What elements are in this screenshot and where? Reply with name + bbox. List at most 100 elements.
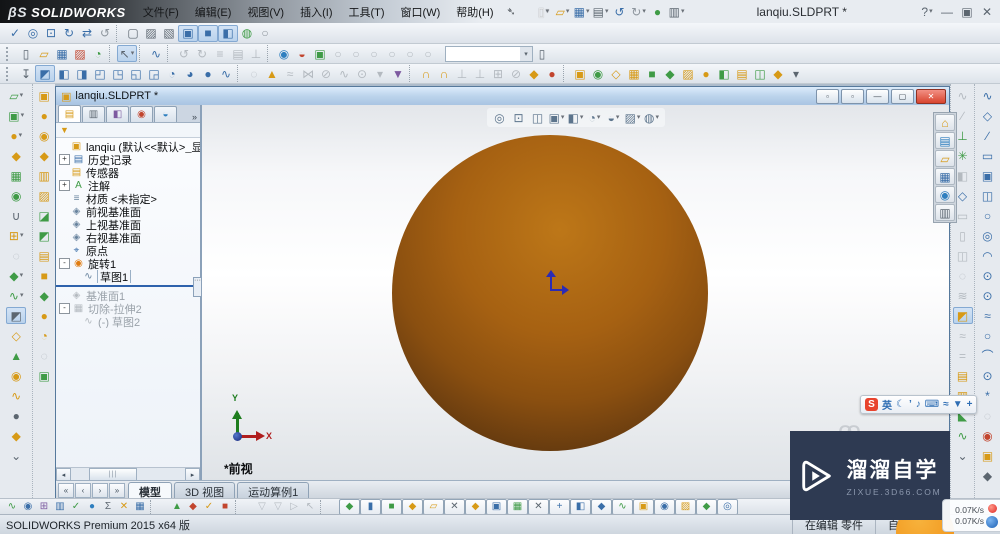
sketch-tool-disabled-icon[interactable]: ≋ xyxy=(954,287,972,304)
circle-entity-icon[interactable]: ◎ xyxy=(979,227,997,244)
sogou-logo-icon[interactable]: S xyxy=(865,398,878,411)
check-tool-icon[interactable]: ✓ xyxy=(68,500,84,514)
zoom-to-fit-icon[interactable]: ◎ xyxy=(24,25,42,42)
feature-tool-icon[interactable]: ● xyxy=(697,65,715,82)
doc-restore-button[interactable]: ▢ xyxy=(891,88,914,104)
ime-keyboard-icon[interactable]: ⌨ xyxy=(925,399,939,410)
select-tool-icon[interactable]: ↖ ▾ xyxy=(117,45,137,62)
ellipse-entity-icon[interactable]: ○ xyxy=(979,327,997,344)
separator[interactable] xyxy=(235,500,252,514)
tab-3d-views[interactable]: 3D 视图 xyxy=(174,482,236,499)
separator[interactable] xyxy=(109,45,115,62)
toolbar-grip[interactable] xyxy=(6,66,12,81)
boundary-icon[interactable]: ▣ xyxy=(35,367,53,384)
selection-filter-icon[interactable]: ✕ xyxy=(528,499,549,515)
wireframe-icon[interactable]: ▢ xyxy=(124,25,142,42)
feature-tool-icon[interactable]: ◫ xyxy=(751,65,769,82)
feature-tool-icon[interactable]: ▣ xyxy=(571,65,589,82)
ime-microphone-icon[interactable]: ♪ xyxy=(916,399,921,410)
check-tool-icon[interactable]: ✓ xyxy=(201,500,217,514)
sketch-tool-disabled-icon[interactable]: ≈ xyxy=(954,327,972,344)
selection-filter-icon[interactable]: ▱ xyxy=(423,499,444,515)
hidden-lines-visible-icon[interactable]: ▨ xyxy=(142,25,160,42)
alert-bell-icon[interactable]: ▲ xyxy=(263,65,281,82)
constraint-disabled-icon[interactable]: ⊥ xyxy=(453,65,471,82)
constraint-disabled-icon[interactable]: ⊥ xyxy=(471,65,489,82)
feature-disabled-icon[interactable]: ≈ xyxy=(281,65,299,82)
tree-item-part[interactable]: ▣ lanqiu (默认<<默认>_显示状 xyxy=(56,140,200,153)
feature-tool-icon[interactable]: ◉ xyxy=(589,65,607,82)
graphics-viewport[interactable]: oo ◎ ⊡ ◫ ▣ ▾ ◧ ▾ ◔ ▾ ◒ ▾ ▨ ▾ ◍ ▾ Y X *前视 xyxy=(202,105,949,481)
tabs-overflow-button[interactable]: » xyxy=(192,112,197,122)
perspective-icon[interactable]: ◧ xyxy=(218,24,238,42)
render-option-icon[interactable]: ○ xyxy=(329,45,347,62)
open-document-icon[interactable]: ▱ ▾ xyxy=(554,3,572,20)
cut-tool-icon[interactable]: ✕ xyxy=(116,500,132,514)
propertymanager-tab[interactable]: ▥ xyxy=(82,106,105,122)
feature-disabled-icon[interactable]: ⊙ xyxy=(353,65,371,82)
sigma-tool-icon[interactable]: Σ xyxy=(100,500,116,514)
tree-item-right-plane[interactable]: ◈ 右视基准面 xyxy=(56,231,200,244)
line-entity-icon[interactable]: ∕ xyxy=(979,127,997,144)
tree-item-history[interactable]: + ▤ 历史记录 xyxy=(56,153,200,166)
slot-entity-icon[interactable]: ▣ xyxy=(979,167,997,184)
filter-disabled-icon[interactable]: ↖ xyxy=(302,500,318,514)
print-icon[interactable]: ▤ ▾ xyxy=(592,3,610,20)
menu-help[interactable]: 帮助(H) xyxy=(449,1,500,23)
new-document-icon[interactable]: ▯ ▾ xyxy=(535,3,553,20)
lock-icon[interactable]: ∩ xyxy=(435,65,453,82)
selection-filter-icon[interactable]: ✕ xyxy=(444,499,465,515)
save-icon[interactable]: ▦ ▾ xyxy=(573,3,591,20)
tree-item-sensors[interactable]: ▤ 传感器 xyxy=(56,166,200,179)
edit-appearance-icon[interactable]: ◒ xyxy=(293,45,311,62)
pattern-tool-icon[interactable]: ⊞ ▾ xyxy=(7,227,25,244)
disabled-tool-icon[interactable]: ◌ xyxy=(35,347,53,364)
wrap-icon[interactable]: ◆ xyxy=(35,287,53,304)
render-option-icon[interactable]: ○ xyxy=(365,45,383,62)
extrude-boss-icon[interactable]: ▣ xyxy=(35,87,53,104)
tree-item-plane1[interactable]: ◈ 基准面1 xyxy=(56,289,200,302)
draft-icon[interactable]: ■ xyxy=(35,267,53,284)
selection-filter-icon[interactable]: ◆ xyxy=(465,499,486,515)
rollback-bar[interactable]: ··· xyxy=(56,277,202,297)
disabled-tool-icon[interactable]: ◌ xyxy=(7,247,25,264)
view-settings-icon[interactable]: ◍ ▾ xyxy=(643,109,661,126)
feature-tool-icon[interactable]: ◆ xyxy=(661,65,679,82)
toolbar-icon[interactable]: ▯ xyxy=(533,45,551,62)
tree-item-origin[interactable]: ⌖ 原点 xyxy=(56,244,200,257)
separator[interactable] xyxy=(409,65,415,82)
bottom-view-icon[interactable]: ◲ xyxy=(145,65,163,82)
right-view-icon[interactable]: ◳ xyxy=(109,65,127,82)
more-caret-icon[interactable]: ▾ xyxy=(787,65,805,82)
save-file-icon[interactable]: ▦ xyxy=(53,45,71,62)
solidworks-resources-tab[interactable]: ⌂ xyxy=(935,114,955,131)
magnet-tool-icon[interactable]: ∪ xyxy=(7,207,25,224)
menu-edit[interactable]: 编辑(E) xyxy=(188,1,239,23)
pan-view-icon[interactable]: ⇄ xyxy=(78,25,96,42)
display-style-icon[interactable]: ◧ ▾ xyxy=(567,109,585,126)
flyout-caret-icon[interactable]: ▾ xyxy=(371,65,389,82)
dimxpertmanager-tab[interactable]: ◉ xyxy=(130,106,153,122)
selection-filter-icon[interactable]: ◆ xyxy=(591,499,612,515)
traffic-tool-icon[interactable]: ● xyxy=(84,500,100,514)
separator[interactable] xyxy=(167,45,173,62)
feature-tool-icon[interactable]: ◆ xyxy=(769,65,787,82)
tool-icon[interactable]: ◆ xyxy=(979,467,997,484)
expand-toggle-icon[interactable]: + xyxy=(59,180,70,191)
feature-tool-icon[interactable]: ◇ xyxy=(607,65,625,82)
print-preview-icon[interactable]: ◔ xyxy=(89,45,107,62)
appearances-scenes-tab[interactable]: ◉ xyxy=(935,186,955,203)
lock-icon[interactable]: ∩ xyxy=(417,65,435,82)
tree-item-sketch2[interactable]: ∿ (-) 草图2 xyxy=(56,315,200,328)
selection-filter-icon[interactable]: ◉ xyxy=(654,499,675,515)
measure-disabled-icon[interactable]: ⊥ xyxy=(247,45,265,62)
wizard-hat-icon[interactable]: ▼ xyxy=(389,65,407,82)
camera-tool-icon[interactable]: ◉ xyxy=(979,427,997,444)
left-view-icon[interactable]: ◰ xyxy=(91,65,109,82)
separator[interactable] xyxy=(237,65,243,82)
asterisk-entity-icon[interactable]: * xyxy=(979,387,997,404)
tool-icon[interactable]: ◇ xyxy=(7,327,25,344)
separator[interactable] xyxy=(116,24,122,42)
loft-icon[interactable]: ◆ xyxy=(35,147,53,164)
bird-tool-icon[interactable]: ▲ xyxy=(169,500,185,514)
